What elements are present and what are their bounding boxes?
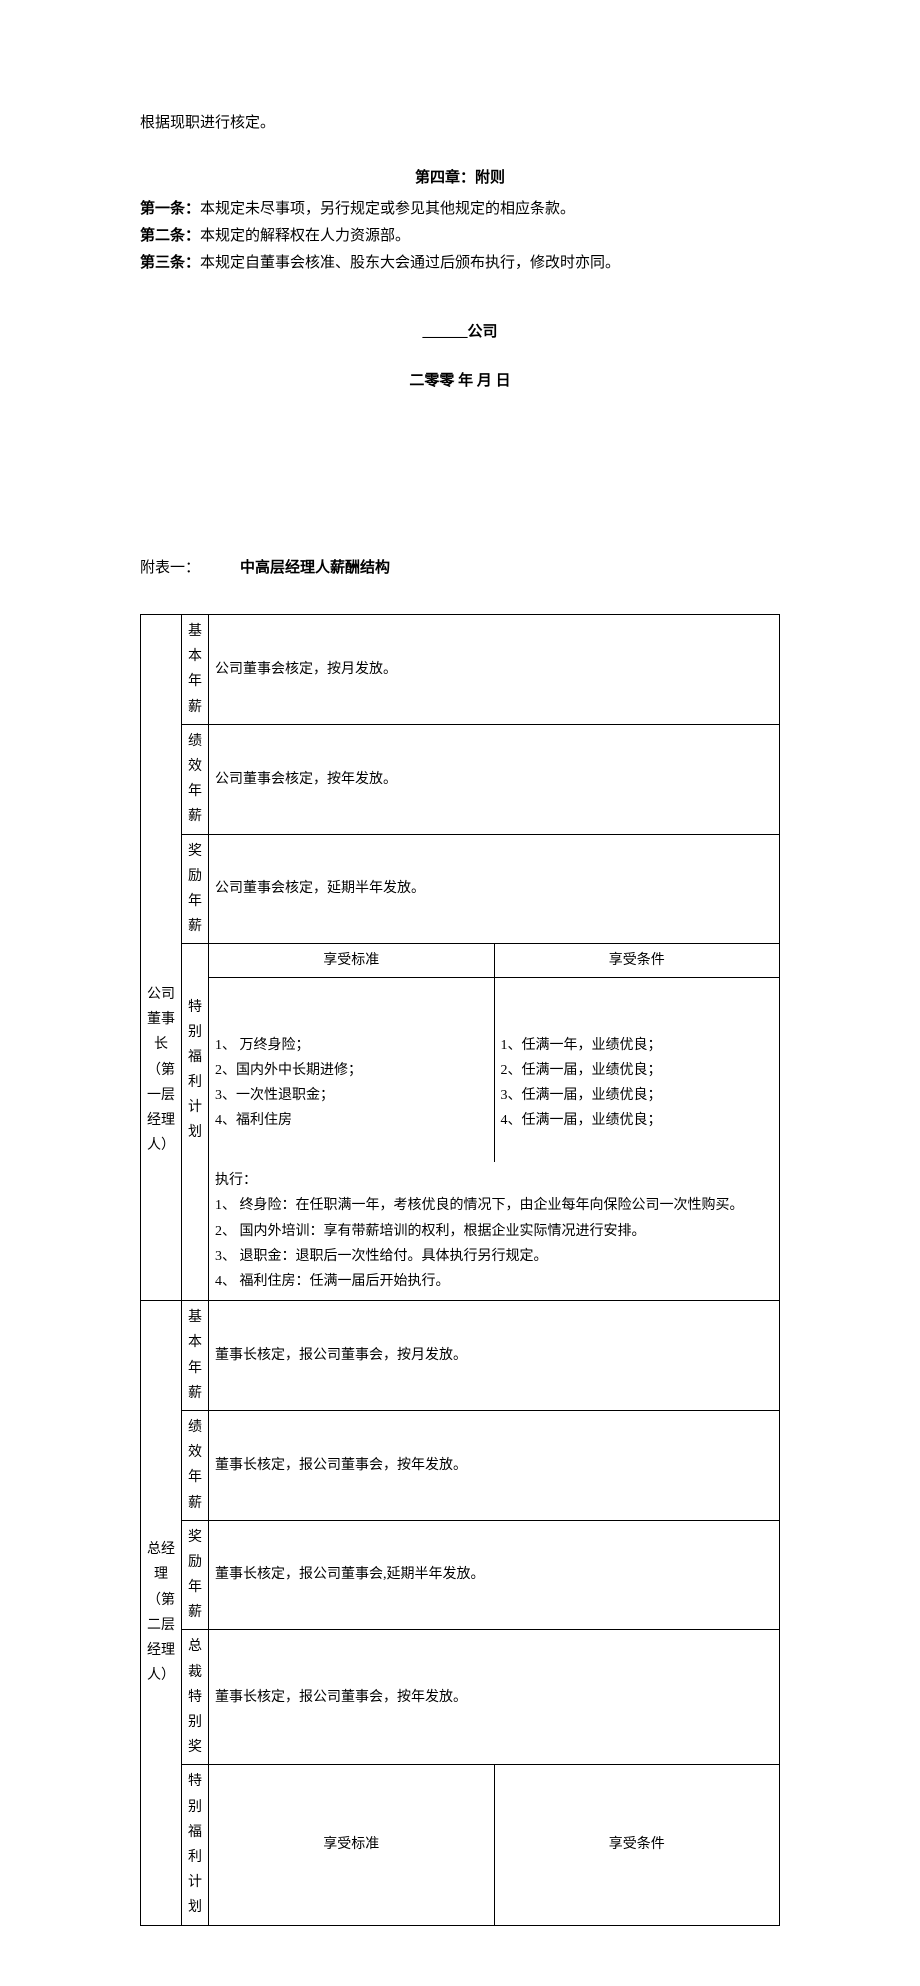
item-bonus-r2: 奖励年薪 bbox=[182, 1520, 209, 1630]
table-row: 基本年薪 公司董事会核定，按月发放。 bbox=[141, 615, 780, 725]
r2-bonus-desc: 董事长核定，报公司董事会,延期半年发放。 bbox=[209, 1520, 780, 1630]
header-condition: 享受条件 bbox=[494, 944, 780, 978]
item-welfare-r2: 特别福利计划 bbox=[182, 1765, 209, 1925]
role-2: 总经理（第二层经理人） bbox=[141, 1301, 182, 1925]
header-standard: 享受标准 bbox=[209, 944, 495, 978]
article-1-label: 第一条： bbox=[140, 201, 200, 217]
r1-standards: 1、 万终身险； 2、国内外中长期进修； 3、一次性退职金； 4、福利住房 bbox=[209, 978, 495, 1162]
r1-basic-desc: 公司董事会核定，按月发放。 bbox=[209, 615, 780, 725]
header-condition-r2: 享受条件 bbox=[494, 1765, 780, 1925]
r1-exec-title: 执行： bbox=[215, 1168, 773, 1193]
date-line: 二零零 年 月 日 bbox=[140, 368, 780, 395]
r1-std-2: 2、国内外中长期进修； bbox=[215, 1058, 488, 1083]
table-row: 总经理（第二层经理人） 基本年薪 董事长核定，报公司董事会，按月发放。 bbox=[141, 1301, 780, 1411]
company-line: ______公司 bbox=[140, 319, 780, 346]
r1-perf-desc: 公司董事会核定，按年发放。 bbox=[209, 724, 780, 834]
salary-structure-table: 基本年薪 公司董事会核定，按月发放。 绩效年薪 公司董事会核定，按年发放。 奖励… bbox=[140, 614, 780, 1926]
table-row: 绩效年薪 董事长核定，报公司董事会，按年发放。 bbox=[141, 1410, 780, 1520]
article-3-text: 本规定自董事会核准、股东大会通过后颁布执行，修改时亦同。 bbox=[200, 255, 620, 271]
table-row: 享受标准 享受条件 bbox=[141, 944, 780, 978]
r1-bonus-desc: 公司董事会核定，延期半年发放。 bbox=[209, 834, 780, 944]
table-row: 特别福利计划 享受标准 享受条件 bbox=[141, 1765, 780, 1925]
r1-exec-3: 3、 退职金：退职后一次性给付。具体执行另行规定。 bbox=[215, 1244, 773, 1269]
r1-exec-4: 4、 福利住房：任满一届后开始执行。 bbox=[215, 1269, 773, 1294]
item-pres-award: 总裁特别奖 bbox=[182, 1630, 209, 1765]
r1-cond-3: 3、任满一届，业绩优良； bbox=[501, 1083, 774, 1108]
r1-exec-1: 1、 终身险：在任职满一年，考核优良的情况下，由企业每年向保险公司一次性购买。 bbox=[215, 1193, 773, 1218]
item-perf-r2: 绩效年薪 bbox=[182, 1410, 209, 1520]
item-basic: 基本年薪 bbox=[182, 615, 209, 725]
r2-basic-desc: 董事长核定，报公司董事会，按月发放。 bbox=[209, 1301, 780, 1411]
r1-std-3: 3、一次性退职金； bbox=[215, 1083, 488, 1108]
article-2-label: 第二条： bbox=[140, 228, 200, 244]
item-basic-r2: 基本年薪 bbox=[182, 1301, 209, 1411]
table-row: 总裁特别奖 董事长核定，报公司董事会，按年发放。 bbox=[141, 1630, 780, 1765]
r1-exec-2: 2、 国内外培训：享有带薪培训的权利，根据企业实际情况进行安排。 bbox=[215, 1219, 773, 1244]
table-row: 奖励年薪 公司董事会核定，延期半年发放。 bbox=[141, 834, 780, 944]
table-row: 绩效年薪 公司董事会核定，按年发放。 bbox=[141, 724, 780, 834]
article-1-text: 本规定未尽事项，另行规定或参见其他规定的相应条款。 bbox=[200, 201, 575, 217]
r2-perf-desc: 董事长核定，报公司董事会，按年发放。 bbox=[209, 1410, 780, 1520]
article-3: 第三条：本规定自董事会核准、股东大会通过后颁布执行，修改时亦同。 bbox=[140, 250, 780, 277]
r1-cond-2: 2、任满一届，业绩优良； bbox=[501, 1058, 774, 1083]
article-1: 第一条：本规定未尽事项，另行规定或参见其他规定的相应条款。 bbox=[140, 196, 780, 223]
intro-paragraph: 根据现职进行核定。 bbox=[140, 110, 780, 137]
header-standard-r2: 享受标准 bbox=[209, 1765, 495, 1925]
article-2: 第二条：本规定的解释权在人力资源部。 bbox=[140, 223, 780, 250]
r1-std-1: 1、 万终身险； bbox=[215, 1033, 488, 1058]
table-row: 公司董事长（第一层经理人） 特别福利计划 1、 万终身险； 2、国内外中长期进修… bbox=[141, 978, 780, 1162]
role-1: 公司董事长（第一层经理人） bbox=[141, 978, 182, 1162]
item-perf: 绩效年薪 bbox=[182, 724, 209, 834]
item-welfare: 特别福利计划 bbox=[182, 978, 209, 1162]
chapter4-title: 第四章：附则 bbox=[140, 165, 780, 192]
r2-pres-award-desc: 董事长核定，报公司董事会，按年发放。 bbox=[209, 1630, 780, 1765]
r1-conditions: 1、任满一年，业绩优良； 2、任满一届，业绩优良； 3、任满一届，业绩优良； 4… bbox=[494, 978, 780, 1162]
r1-std-4: 4、福利住房 bbox=[215, 1108, 488, 1133]
attachment-heading: 附表一： 中高层经理人薪酬结构 bbox=[140, 555, 780, 582]
item-bonus: 奖励年薪 bbox=[182, 834, 209, 944]
article-2-text: 本规定的解释权在人力资源部。 bbox=[200, 228, 410, 244]
table-row: 奖励年薪 董事长核定，报公司董事会,延期半年发放。 bbox=[141, 1520, 780, 1630]
r1-cond-4: 4、任满一届，业绩优良； bbox=[501, 1108, 774, 1133]
r1-execution: 执行： 1、 终身险：在任职满一年，考核优良的情况下，由企业每年向保险公司一次性… bbox=[209, 1162, 780, 1300]
attachment-title: 中高层经理人薪酬结构 bbox=[240, 555, 390, 582]
r1-cond-1: 1、任满一年，业绩优良； bbox=[501, 1033, 774, 1058]
table-row: 执行： 1、 终身险：在任职满一年，考核优良的情况下，由企业每年向保险公司一次性… bbox=[141, 1162, 780, 1300]
attachment-label: 附表一： bbox=[140, 555, 200, 582]
article-3-label: 第三条： bbox=[140, 255, 200, 271]
